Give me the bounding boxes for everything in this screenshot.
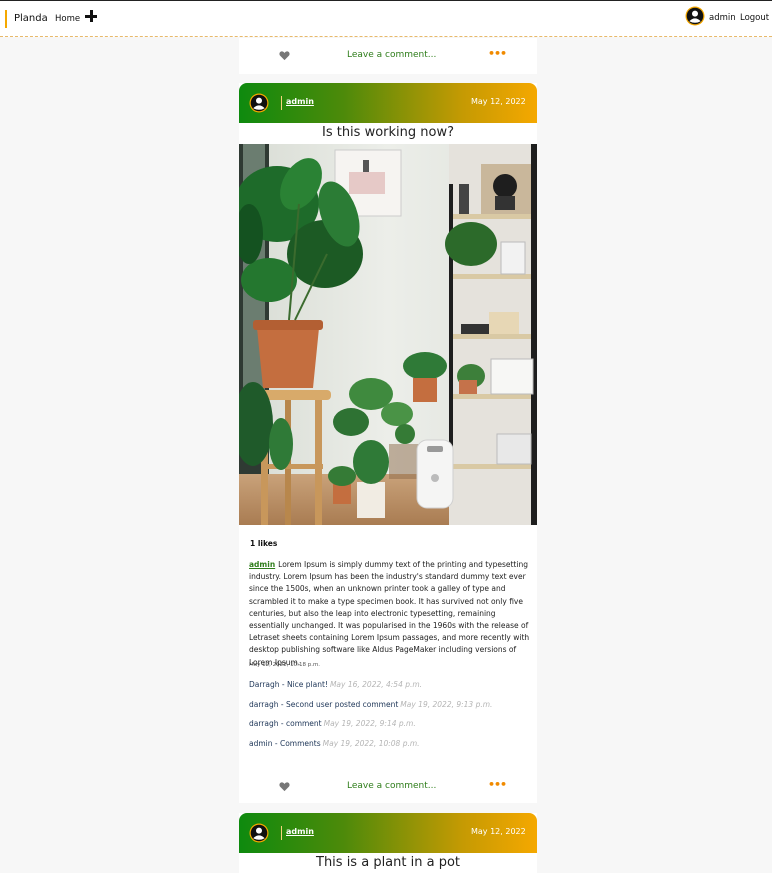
previous-post-actions: Leave a comment... ••• [239, 38, 537, 74]
more-dots-icon[interactable]: ••• [488, 778, 507, 791]
likes-count: 1 likes [250, 539, 278, 548]
post-header: admin May 12, 2022 [239, 83, 537, 123]
header-divider [281, 826, 282, 840]
header-divider [281, 96, 282, 110]
plus-icon[interactable] [84, 9, 98, 23]
post-author-link[interactable]: admin [286, 827, 314, 836]
brand-accent-bar [5, 10, 7, 28]
comment-time: May 19, 2022, 9:14 p.m. [323, 719, 416, 728]
post-date: May 12, 2022 [471, 97, 526, 106]
user-avatar-icon[interactable] [249, 93, 269, 113]
leave-comment-link[interactable]: Leave a comment... [347, 781, 436, 791]
comment-text: darragh - Second user posted comment [249, 700, 399, 709]
user-avatar-icon[interactable] [249, 823, 269, 843]
post-header: admin May 12, 2022 [239, 813, 537, 853]
navbar: Planda Home admin Logout [0, 0, 772, 37]
comment-item: Darragh - Nice plant! May 16, 2022, 4:54 … [249, 680, 422, 689]
nav-username[interactable]: admin [709, 13, 736, 23]
comment-item: darragh - comment May 19, 2022, 9:14 p.m. [249, 719, 416, 728]
comment-item: darragh - Second user posted comment May … [249, 700, 492, 709]
comment-text: darragh - comment [249, 719, 322, 728]
comment-time: May 16, 2022, 4:54 p.m. [329, 680, 423, 689]
post-date: May 12, 2022 [471, 827, 526, 836]
post-author-link[interactable]: admin [286, 97, 314, 106]
heart-icon[interactable] [279, 781, 290, 792]
brand-link[interactable]: Planda [14, 13, 48, 24]
comment-time: May 19, 2022, 9:13 p.m. [400, 700, 493, 709]
action-row: Leave a comment... ••• [239, 38, 537, 74]
logout-link[interactable]: Logout [740, 13, 769, 23]
heart-icon[interactable] [279, 50, 290, 61]
comment-text: admin - Comments [249, 739, 321, 748]
caption-text: Lorem Ipsum is simply dummy text of the … [249, 560, 530, 667]
post-title: This is a plant in a pot [316, 855, 460, 870]
post-card: admin May 12, 2022 Is this working now? [239, 83, 537, 803]
comment-time: May 19, 2022, 10:08 p.m. [322, 739, 420, 748]
more-dots-icon[interactable]: ••• [488, 47, 507, 60]
leave-comment-link[interactable]: Leave a comment... [347, 50, 436, 60]
comment-item: admin - Comments May 19, 2022, 10:08 p.m. [249, 739, 420, 748]
post-image[interactable] [239, 144, 537, 525]
comment-text: Darragh - Nice plant! [249, 680, 328, 689]
plant-photo [239, 144, 537, 525]
post-card: admin May 12, 2022 This is a plant in a … [239, 813, 537, 873]
caption-author-link[interactable]: admin [249, 560, 275, 569]
action-row: Leave a comment... ••• [239, 769, 537, 805]
post-caption: admin Lorem Ipsum is simply dummy text of… [249, 559, 531, 669]
post-timestamp: May 12, 2022, 10:18 p.m. [249, 662, 321, 668]
post-title: Is this working now? [321, 125, 454, 140]
user-avatar-icon[interactable] [685, 6, 705, 26]
nav-home-link[interactable]: Home [55, 14, 80, 24]
